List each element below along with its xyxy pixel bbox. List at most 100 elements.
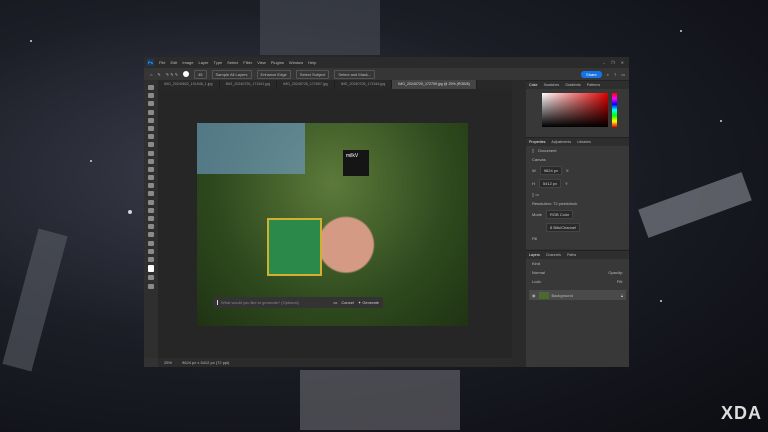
mode-label: Mode <box>532 212 543 217</box>
brush-mode-icons[interactable]: ✎ ✎ ✎ <box>166 72 178 77</box>
opacity-label: Opacity: <box>608 270 623 275</box>
tab-gradients[interactable]: Gradients <box>565 83 581 87</box>
quick-select-tool-icon[interactable] <box>148 109 154 115</box>
healing-tool-icon[interactable] <box>148 142 154 148</box>
brush-size-field[interactable]: 45 <box>194 69 207 79</box>
tab-adjustments[interactable]: Adjustments <box>551 140 571 144</box>
move-tool-icon[interactable] <box>148 85 154 90</box>
tab-channels[interactable]: Channels <box>546 253 561 257</box>
shape-tool-icon[interactable] <box>148 232 154 238</box>
document-size: 9624 px x 5412 px (72 ppi) <box>182 360 230 365</box>
eyedropper-tool-icon[interactable] <box>148 134 154 140</box>
generate-button[interactable]: ✦ Generate <box>358 300 379 305</box>
pen-tool-icon[interactable] <box>148 207 154 213</box>
search-icon[interactable]: ⌕ <box>607 72 609 77</box>
tab-paths[interactable]: Paths <box>567 253 576 257</box>
home-icon[interactable]: ⌂ <box>150 72 152 77</box>
type-tool-icon[interactable] <box>148 216 154 221</box>
brush-tool-icon[interactable] <box>148 150 154 156</box>
menu-type[interactable]: Type <box>214 60 223 65</box>
select-and-mask-button[interactable]: Select and Mask... <box>334 69 376 79</box>
star <box>90 160 92 162</box>
menu-filter[interactable]: Filter <box>243 60 252 65</box>
zoom-level[interactable]: 25% <box>164 360 172 365</box>
learn-icon[interactable]: ? <box>614 72 616 77</box>
menu-help[interactable]: Help <box>308 60 316 65</box>
document-icon: ▯ <box>532 148 535 153</box>
shard <box>638 172 752 238</box>
select-subject-button[interactable]: Select Subject <box>295 69 330 79</box>
menu-view[interactable]: View <box>257 60 266 65</box>
blend-mode-select[interactable]: Normal <box>532 270 545 275</box>
path-select-icon[interactable] <box>148 224 154 230</box>
mode-select[interactable]: RGB Color <box>546 210 574 219</box>
height-field[interactable]: 5412 px <box>538 179 562 188</box>
color-picker-field[interactable] <box>542 93 608 127</box>
menu-window[interactable]: Window <box>289 60 303 65</box>
photoshop-window: Ps File Edit Image Layer Type Select Fil… <box>144 57 629 367</box>
cancel-button[interactable]: Cancel <box>341 300 353 305</box>
visibility-eye-icon[interactable]: ◉ <box>532 293 536 298</box>
bit-depth-select[interactable]: 8 Bits/Channel <box>546 223 581 232</box>
sample-all-layers-checkbox[interactable]: Sample All Layers <box>211 69 252 79</box>
close-button[interactable]: ✕ <box>621 60 624 65</box>
screen-mode-icon[interactable] <box>148 283 154 289</box>
tab-document[interactable]: IMG_20240602_101548_1.jpg <box>158 80 220 89</box>
layer-kind-filter[interactable]: Kind <box>532 261 540 266</box>
status-bar: 25% 9624 px x 5412 px (72 ppi) <box>158 358 512 367</box>
quick-selection-tool-icon[interactable]: ✎ <box>157 72 160 77</box>
frame-tool-icon[interactable] <box>148 125 154 131</box>
generate-prompt-input[interactable]: What would you like to generate? (Option… <box>217 300 329 305</box>
layer-row[interactable]: ◉ Background 🔒︎ <box>529 290 626 300</box>
menu-plugins[interactable]: Plugins <box>271 60 284 65</box>
tab-color[interactable]: Color <box>529 83 538 87</box>
menu-layer[interactable]: Layer <box>198 60 208 65</box>
stamp-tool-icon[interactable] <box>148 158 154 164</box>
minimize-button[interactable]: – <box>603 60 605 65</box>
quick-mask-icon[interactable] <box>148 275 154 281</box>
share-button[interactable]: Share <box>581 70 602 78</box>
star <box>680 30 682 32</box>
h-label: H <box>532 181 535 186</box>
more-options-button[interactable]: ••• <box>333 300 337 305</box>
tab-libraries[interactable]: Libraries <box>577 140 591 144</box>
tab-properties[interactable]: Properties <box>529 140 545 144</box>
gradient-tool-icon[interactable] <box>148 183 154 189</box>
hand-tool-icon[interactable] <box>148 240 154 246</box>
tab-layers[interactable]: Layers <box>529 253 540 257</box>
canvas-section[interactable]: Canvas <box>532 157 546 162</box>
crop-tool-icon[interactable] <box>148 117 154 123</box>
tab-document[interactable]: IMG_20240726_171507.jpg <box>277 80 335 89</box>
tab-patterns[interactable]: Patterns <box>587 83 600 87</box>
canvas-image[interactable]: milkV What would you like to generate? (… <box>197 123 468 326</box>
history-brush-icon[interactable] <box>148 166 154 172</box>
orientation-icons[interactable]: ▯ ▭ <box>532 192 539 197</box>
foreground-background-color-icon[interactable] <box>148 265 154 273</box>
more-tools-icon[interactable] <box>148 256 154 262</box>
blur-tool-icon[interactable] <box>148 191 154 197</box>
tab-document-active[interactable]: IMG_20240729_172759.jpg @ 25% (RGB/8) <box>392 80 477 89</box>
workspace-icon[interactable]: ▭ <box>621 72 629 77</box>
fill-label: Fill: <box>616 279 623 284</box>
marquee-tool-icon[interactable] <box>148 93 154 99</box>
menu-image[interactable]: Image <box>182 60 193 65</box>
menu-select[interactable]: Select <box>227 60 238 65</box>
dodge-tool-icon[interactable] <box>148 199 154 205</box>
width-field[interactable]: 9624 px <box>539 166 563 175</box>
document-label: Document <box>538 148 557 153</box>
tab-document[interactable]: IMG_20240726_171541.jpg <box>220 80 278 89</box>
zoom-tool-icon[interactable] <box>148 248 154 254</box>
hue-slider[interactable] <box>612 93 617 127</box>
maximize-button[interactable]: ❐ <box>611 60 615 65</box>
resolution: Resolution: 72 pixels/inch <box>532 201 578 206</box>
y-label: Y <box>565 181 568 186</box>
tab-swatches[interactable]: Swatches <box>544 83 560 87</box>
tab-document[interactable]: IMG_20240726_171544.jpg <box>335 80 393 89</box>
menu-edit[interactable]: Edit <box>170 60 177 65</box>
enhance-edge-checkbox[interactable]: Enhance Edge <box>256 69 291 79</box>
lasso-tool-icon[interactable] <box>148 101 154 107</box>
menu-file[interactable]: File <box>159 60 165 65</box>
eraser-tool-icon[interactable] <box>148 175 154 181</box>
brush-preview-icon[interactable] <box>183 71 190 77</box>
properties-panel: Properties Adjustments Libraries ▯ Docume… <box>526 137 629 249</box>
